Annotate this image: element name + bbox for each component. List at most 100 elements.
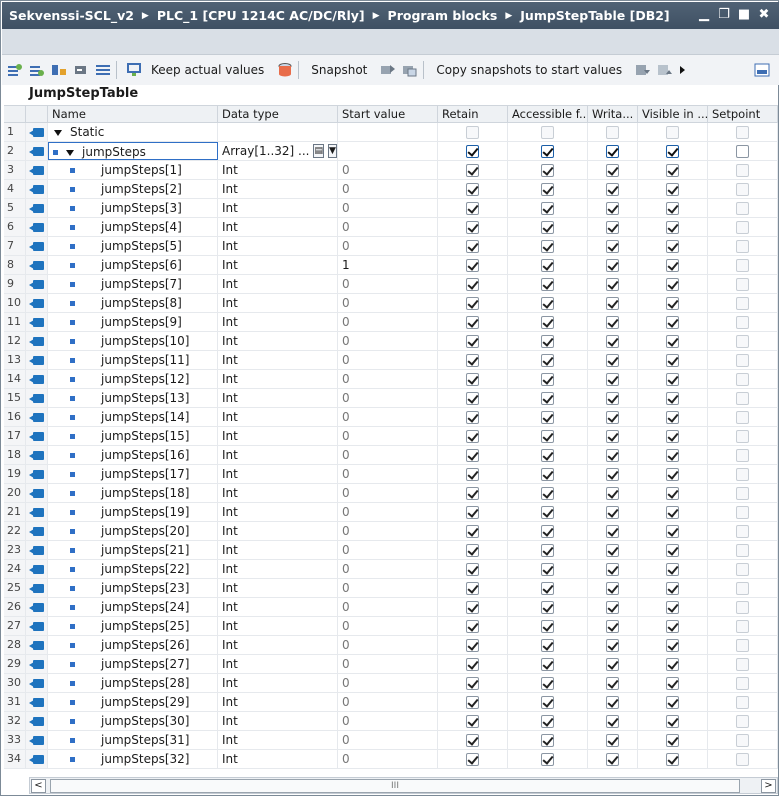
writable-checkbox[interactable] bbox=[606, 638, 619, 652]
writable-checkbox[interactable] bbox=[606, 676, 619, 690]
header-start-value[interactable]: Start value bbox=[338, 106, 438, 122]
writable-checkbox[interactable] bbox=[606, 353, 619, 367]
retain-checkbox[interactable] bbox=[466, 391, 479, 405]
start-value-cell[interactable]: 0 bbox=[338, 674, 438, 692]
setpoint-checkbox[interactable] bbox=[736, 277, 749, 291]
table-row[interactable]: 15 jumpSteps[13] Int 0 bbox=[4, 389, 778, 408]
table-row[interactable]: 26 jumpSteps[24] Int 0 bbox=[4, 598, 778, 617]
start-value-cell[interactable]: 0 bbox=[338, 712, 438, 730]
name-cell[interactable]: jumpSteps[27] bbox=[48, 655, 218, 673]
start-value-cell[interactable]: 0 bbox=[338, 541, 438, 559]
data-type-cell[interactable]: Int bbox=[218, 294, 338, 312]
setpoint-checkbox[interactable] bbox=[736, 410, 749, 424]
setpoint-checkbox[interactable] bbox=[736, 201, 749, 215]
data-type-cell[interactable]: Int bbox=[218, 617, 338, 635]
retain-checkbox[interactable] bbox=[466, 619, 479, 633]
data-type-cell[interactable] bbox=[218, 123, 338, 141]
writable-checkbox[interactable] bbox=[606, 296, 619, 310]
data-type-cell[interactable]: Int bbox=[218, 351, 338, 369]
name-cell[interactable]: jumpSteps[20] bbox=[48, 522, 218, 540]
accessible-checkbox[interactable] bbox=[541, 277, 554, 291]
start-value-cell[interactable]: 0 bbox=[338, 237, 438, 255]
name-cell[interactable]: jumpSteps[25] bbox=[48, 617, 218, 635]
table-row[interactable]: 4 jumpSteps[2] Int 0 bbox=[4, 180, 778, 199]
name-cell[interactable]: jumpSteps[3] bbox=[48, 199, 218, 217]
keep-actual-values-button[interactable]: Keep actual values bbox=[151, 63, 264, 77]
visible-checkbox[interactable] bbox=[666, 372, 679, 386]
visible-checkbox[interactable] bbox=[666, 581, 679, 595]
setpoint-checkbox[interactable] bbox=[736, 144, 749, 158]
accessible-checkbox[interactable] bbox=[541, 429, 554, 443]
name-cell[interactable]: jumpSteps[1] bbox=[48, 161, 218, 179]
accessible-checkbox[interactable] bbox=[541, 752, 554, 766]
writable-checkbox[interactable] bbox=[606, 125, 619, 139]
visible-checkbox[interactable] bbox=[666, 638, 679, 652]
retain-checkbox[interactable] bbox=[466, 524, 479, 538]
accessible-checkbox[interactable] bbox=[541, 448, 554, 462]
setpoint-checkbox[interactable] bbox=[736, 505, 749, 519]
start-value-cell[interactable]: 0 bbox=[338, 370, 438, 388]
start-value-cell[interactable]: 0 bbox=[338, 693, 438, 711]
snapshot-button[interactable]: Snapshot bbox=[311, 63, 367, 77]
data-type-cell[interactable]: Int bbox=[218, 598, 338, 616]
setpoint-checkbox[interactable] bbox=[736, 163, 749, 177]
start-value-cell[interactable]: 0 bbox=[338, 750, 438, 768]
writable-checkbox[interactable] bbox=[606, 334, 619, 348]
accessible-checkbox[interactable] bbox=[541, 676, 554, 690]
name-cell[interactable]: jumpSteps[7] bbox=[48, 275, 218, 293]
visible-checkbox[interactable] bbox=[666, 239, 679, 253]
accessible-checkbox[interactable] bbox=[541, 296, 554, 310]
table-row[interactable]: 5 jumpSteps[3] Int 0 bbox=[4, 199, 778, 218]
visible-checkbox[interactable] bbox=[666, 277, 679, 291]
writable-checkbox[interactable] bbox=[606, 619, 619, 633]
visible-checkbox[interactable] bbox=[666, 315, 679, 329]
visible-checkbox[interactable] bbox=[666, 334, 679, 348]
setpoint-checkbox[interactable] bbox=[736, 524, 749, 538]
visible-checkbox[interactable] bbox=[666, 220, 679, 234]
setpoint-checkbox[interactable] bbox=[736, 752, 749, 766]
writable-checkbox[interactable] bbox=[606, 524, 619, 538]
start-value-cell[interactable]: 0 bbox=[338, 446, 438, 464]
accessible-checkbox[interactable] bbox=[541, 353, 554, 367]
retain-checkbox[interactable] bbox=[466, 220, 479, 234]
accessible-checkbox[interactable] bbox=[541, 144, 554, 158]
name-cell[interactable]: jumpSteps[11] bbox=[48, 351, 218, 369]
data-type-cell[interactable]: Int bbox=[218, 389, 338, 407]
writable-checkbox[interactable] bbox=[606, 220, 619, 234]
writable-checkbox[interactable] bbox=[606, 467, 619, 481]
data-type-cell[interactable]: Int bbox=[218, 674, 338, 692]
restore-icon[interactable]: ❐ bbox=[717, 7, 731, 22]
snapshot-copy-icon[interactable] bbox=[401, 61, 419, 79]
name-cell[interactable]: jumpSteps[12] bbox=[48, 370, 218, 388]
visible-checkbox[interactable] bbox=[666, 391, 679, 405]
visible-checkbox[interactable] bbox=[666, 182, 679, 196]
table-row[interactable]: 8 jumpSteps[6] Int 1 bbox=[4, 256, 778, 275]
accessible-checkbox[interactable] bbox=[541, 239, 554, 253]
start-value-cell[interactable]: 0 bbox=[338, 636, 438, 654]
name-cell[interactable]: jumpSteps[15] bbox=[48, 427, 218, 445]
data-type-cell[interactable]: Int bbox=[218, 579, 338, 597]
table-row[interactable]: 19 jumpSteps[17] Int 0 bbox=[4, 465, 778, 484]
table-row[interactable]: 28 jumpSteps[26] Int 0 bbox=[4, 636, 778, 655]
retain-checkbox[interactable] bbox=[466, 429, 479, 443]
retain-checkbox[interactable] bbox=[466, 657, 479, 671]
visible-checkbox[interactable] bbox=[666, 448, 679, 462]
name-cell[interactable]: jumpSteps[29] bbox=[48, 693, 218, 711]
visible-checkbox[interactable] bbox=[666, 144, 679, 158]
data-type-cell[interactable]: Int bbox=[218, 313, 338, 331]
start-value-cell[interactable]: 0 bbox=[338, 180, 438, 198]
writable-checkbox[interactable] bbox=[606, 315, 619, 329]
setpoint-checkbox[interactable] bbox=[736, 562, 749, 576]
start-value-cell[interactable] bbox=[338, 123, 438, 141]
accessible-checkbox[interactable] bbox=[541, 486, 554, 500]
setpoint-checkbox[interactable] bbox=[736, 182, 749, 196]
accessible-checkbox[interactable] bbox=[541, 733, 554, 747]
visible-checkbox[interactable] bbox=[666, 163, 679, 177]
add-row-icon[interactable] bbox=[28, 61, 46, 79]
visible-checkbox[interactable] bbox=[666, 714, 679, 728]
setpoint-checkbox[interactable] bbox=[736, 600, 749, 614]
name-cell[interactable]: jumpSteps[9] bbox=[48, 313, 218, 331]
retain-checkbox[interactable] bbox=[466, 486, 479, 500]
writable-checkbox[interactable] bbox=[606, 429, 619, 443]
visible-checkbox[interactable] bbox=[666, 125, 679, 139]
